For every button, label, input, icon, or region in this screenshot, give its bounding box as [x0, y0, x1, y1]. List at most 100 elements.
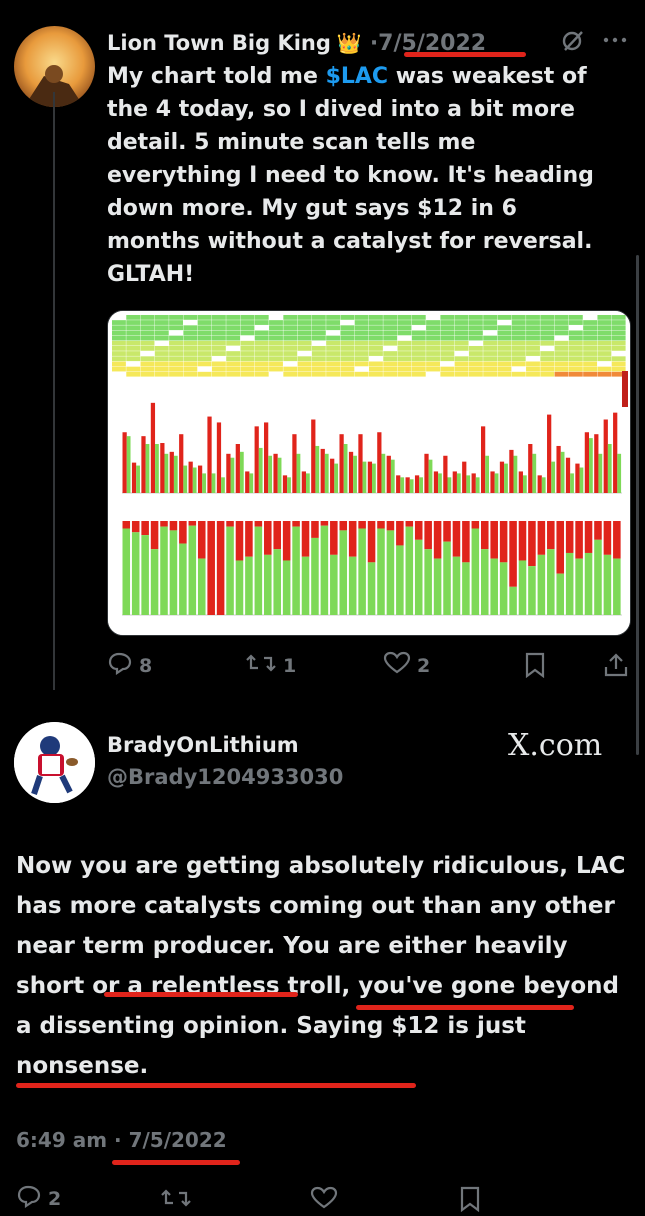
- stack-green: [131, 532, 140, 615]
- heatmap-cell: [411, 330, 426, 336]
- avatar-brady[interactable]: [14, 722, 95, 803]
- bookmark-icon[interactable]: [523, 652, 547, 682]
- bar-red: [603, 419, 608, 493]
- bar-red: [509, 449, 514, 493]
- heatmap-cell: [526, 325, 540, 331]
- retweet-icon[interactable]: [160, 1186, 192, 1214]
- more-icon[interactable]: [603, 30, 627, 54]
- stack-green: [122, 528, 131, 615]
- bar-green: [202, 473, 206, 493]
- heatmap-cell: [311, 335, 326, 341]
- bar-red: [131, 462, 137, 493]
- bar-green: [522, 475, 527, 493]
- cashtag-link[interactable]: $LAC: [326, 64, 389, 89]
- heatmap-cell: [526, 335, 540, 341]
- heatmap-cell: [468, 361, 483, 367]
- heatmap-cell: [540, 356, 555, 362]
- scrollbar[interactable]: [636, 255, 639, 755]
- bookmark-icon[interactable]: [458, 1186, 482, 1216]
- heatmap-cell: [511, 325, 526, 331]
- like-button[interactable]: 2: [383, 651, 430, 680]
- heatmap-cell: [140, 325, 155, 331]
- heatmap-cell: [269, 340, 283, 346]
- stack-red: [396, 521, 404, 546]
- grok-icon[interactable]: [560, 28, 586, 58]
- heatmap-cell: [254, 325, 269, 331]
- heatmap-cell: [340, 325, 355, 331]
- bar-red: [518, 471, 523, 493]
- stack-red: [575, 521, 583, 559]
- reply-button-2[interactable]: 2: [16, 1184, 61, 1213]
- heatmap-cell: [354, 340, 369, 346]
- stack-red: [480, 521, 489, 550]
- stack-green: [462, 562, 470, 615]
- heatmap-cell: [112, 356, 126, 362]
- heatmap-cell: [326, 325, 341, 331]
- bar-red: [565, 457, 571, 493]
- like-icon[interactable]: [310, 1186, 338, 1214]
- author-handle[interactable]: @Brady1204933030: [107, 765, 343, 789]
- bar-green: [277, 457, 282, 493]
- heatmap-cell: [397, 351, 412, 356]
- heatmap-cell: [269, 346, 283, 351]
- heatmap-cell: [211, 315, 226, 320]
- heatmap-cell: [297, 330, 312, 336]
- heatmap-cell: [126, 335, 141, 341]
- stack-red: [528, 521, 536, 567]
- heatmap-cell: [568, 361, 583, 367]
- heatmap-cell: [197, 315, 212, 320]
- heatmap-cell: [240, 340, 255, 346]
- heatmap-cell: [454, 371, 469, 377]
- heatmap-cell: [454, 340, 469, 346]
- heatmap-cell: [140, 351, 155, 356]
- heatmap-cell: [254, 356, 269, 362]
- heatmap-cell: [126, 361, 141, 367]
- heatmap-cell: [497, 366, 512, 372]
- heatmap-cell: [226, 351, 241, 356]
- stack-green: [547, 549, 555, 615]
- retweet-button[interactable]: 1: [245, 651, 296, 680]
- heatmap-cell: [297, 351, 312, 356]
- stack-red: [169, 521, 178, 531]
- reply-button[interactable]: 8: [107, 651, 152, 680]
- author-name-2[interactable]: BradyOnLithium: [107, 733, 299, 757]
- heatmap-cell: [511, 335, 526, 341]
- heatmap-cell: [597, 325, 612, 331]
- heatmap-cell: [283, 315, 298, 320]
- heatmap-cell: [297, 325, 312, 331]
- bar-red: [330, 458, 335, 493]
- heatmap-cell: [526, 346, 540, 351]
- heatmap-cell: [354, 351, 369, 356]
- heatmap-cell: [554, 371, 569, 377]
- bar-red: [150, 402, 156, 493]
- stack-red: [292, 521, 300, 527]
- tweet2-timestamp[interactable]: 6:49 am · 7/5/2022: [16, 1128, 227, 1152]
- heatmap-cell: [326, 366, 341, 372]
- heatmap-cell: [197, 371, 212, 377]
- stack-green: [377, 528, 385, 615]
- share-icon[interactable]: [603, 652, 629, 682]
- heatmap-cell: [126, 315, 141, 320]
- heatmap-cell: [454, 366, 469, 372]
- heatmap-cell: [226, 330, 241, 336]
- author-name[interactable]: Lion Town Big King: [107, 31, 331, 55]
- heatmap-cell: [226, 335, 241, 341]
- bar-green: [532, 453, 537, 493]
- bar-red: [471, 473, 476, 493]
- heatmap-cell: [511, 346, 526, 351]
- bar-red: [377, 432, 382, 493]
- heatmap-cell: [240, 356, 255, 362]
- heatmap-cell: [426, 330, 440, 336]
- heatmap-cell: [468, 320, 483, 325]
- heatmap-cell: [383, 366, 398, 372]
- heatmap-cell: [369, 320, 383, 325]
- heatmap-cell: [154, 371, 169, 377]
- heatmap-cell: [583, 330, 598, 336]
- heatmap-cell: [340, 366, 355, 372]
- heatmap-cell: [311, 366, 326, 372]
- bar-red: [480, 426, 486, 493]
- bar-red: [556, 445, 561, 493]
- heatmap-cell: [154, 315, 169, 320]
- chart-image[interactable]: [107, 310, 631, 636]
- stack-green: [273, 549, 281, 615]
